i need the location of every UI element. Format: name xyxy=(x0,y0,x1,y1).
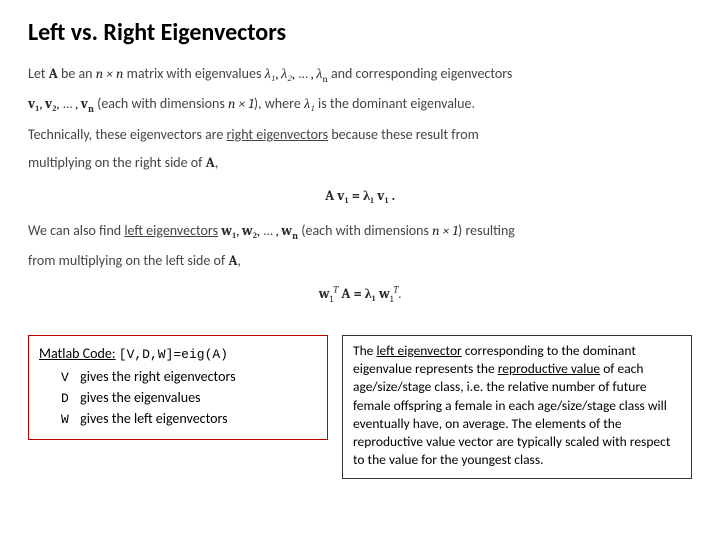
sym-v1: v₁ xyxy=(28,95,39,112)
text-underline: reproductive value xyxy=(498,360,600,377)
sym-w2: w₂ xyxy=(242,222,257,239)
matlab-row: W gives the left eigenvectors xyxy=(39,409,317,430)
text: ), where xyxy=(254,95,304,112)
equation-left-eig: w1T A = λ₁ w1T. xyxy=(28,281,692,309)
sym-A: A xyxy=(49,65,58,82)
paragraph-line: Technically, these eigenvectors are righ… xyxy=(28,122,692,149)
text: be an xyxy=(58,65,96,82)
paragraph-line: We can also find left eigenvectors w₁, w… xyxy=(28,218,692,246)
matlab-code: [V,D,W]=eig(A) xyxy=(119,347,228,362)
matlab-desc: gives the right eigenvectors xyxy=(80,368,235,385)
text: because these result from xyxy=(328,126,479,143)
text: from multiplying on the left side of xyxy=(28,252,228,269)
sym-lam2: λ₂ xyxy=(281,65,292,82)
lower-boxes: Matlab Code: [V,D,W]=eig(A) V gives the … xyxy=(28,335,692,479)
text: , xyxy=(215,154,219,171)
matlab-code-box: Matlab Code: [V,D,W]=eig(A) V gives the … xyxy=(28,335,328,440)
matlab-desc: gives the eigenvalues xyxy=(80,389,200,406)
text: (each with dimensions xyxy=(94,95,228,112)
text: multiplying on the right side of xyxy=(28,154,206,171)
sym-nx1: n × 1 xyxy=(228,95,254,112)
text: , … , xyxy=(56,95,80,112)
text-underline: left eigenvector xyxy=(376,342,461,359)
sym-lamn: λn xyxy=(316,65,328,82)
text: Let xyxy=(28,65,49,82)
sym-v2: v₂ xyxy=(45,95,56,112)
text: is the dominant eigenvalue. xyxy=(315,95,475,112)
text: The xyxy=(353,342,376,359)
body-text: Let A be an n × n matrix with eigenvalue… xyxy=(28,61,692,309)
text: matrix with eigenvalues xyxy=(124,65,265,82)
paragraph-line: multiplying on the right side of A, xyxy=(28,150,692,177)
text-underline: right eigenvectors xyxy=(227,126,329,143)
slide-title: Left vs. Right Eigenvectors xyxy=(28,18,692,47)
reproductive-value-box: The left eigenvector corresponding to th… xyxy=(342,335,692,479)
text: Technically, these eigenvectors are xyxy=(28,126,227,143)
paragraph-line: v₁, v₂, … , vn (each with dimensions n ×… xyxy=(28,91,692,119)
sym-A3: A xyxy=(228,252,237,269)
matlab-var: V xyxy=(61,369,77,388)
sym-wn: wn xyxy=(281,222,298,239)
matlab-row: D gives the eigenvalues xyxy=(39,388,317,409)
matlab-heading: Matlab Code: [V,D,W]=eig(A) xyxy=(39,344,317,365)
equation-right-eig: A v₁ = λ₁ v₁ . xyxy=(28,183,692,210)
paragraph-line: Let A be an n × n matrix with eigenvalue… xyxy=(28,61,692,89)
paragraph-line: from multiplying on the left side of A, xyxy=(28,248,692,275)
matlab-row: V gives the right eigenvectors xyxy=(39,367,317,388)
text: , … , xyxy=(257,222,281,239)
sym-vn: vn xyxy=(81,95,94,112)
matlab-var: W xyxy=(61,411,77,430)
sym-w1: w₁ xyxy=(221,222,236,239)
sym-A2: A xyxy=(206,154,215,171)
sym-nx1b: n × 1 xyxy=(432,222,458,239)
sym-nxn: n × n xyxy=(96,65,124,82)
text-underline: Matlab Code: xyxy=(39,345,116,362)
text: , xyxy=(238,252,242,269)
text: ) resulting xyxy=(458,222,515,239)
sym-lam1b: λ₁ xyxy=(304,95,315,112)
text-underline: left eigenvectors xyxy=(124,222,218,239)
text: (each with dimensions xyxy=(298,222,432,239)
text: and corresponding eigenvectors xyxy=(328,65,513,82)
slide: Left vs. Right Eigenvectors Let A be an … xyxy=(0,0,720,540)
sym-lam1: λ₁ xyxy=(265,65,276,82)
text: , … , xyxy=(292,65,316,82)
text: We can also find xyxy=(28,222,124,239)
matlab-var: D xyxy=(61,390,77,409)
matlab-desc: gives the left eigenvectors xyxy=(80,410,227,427)
